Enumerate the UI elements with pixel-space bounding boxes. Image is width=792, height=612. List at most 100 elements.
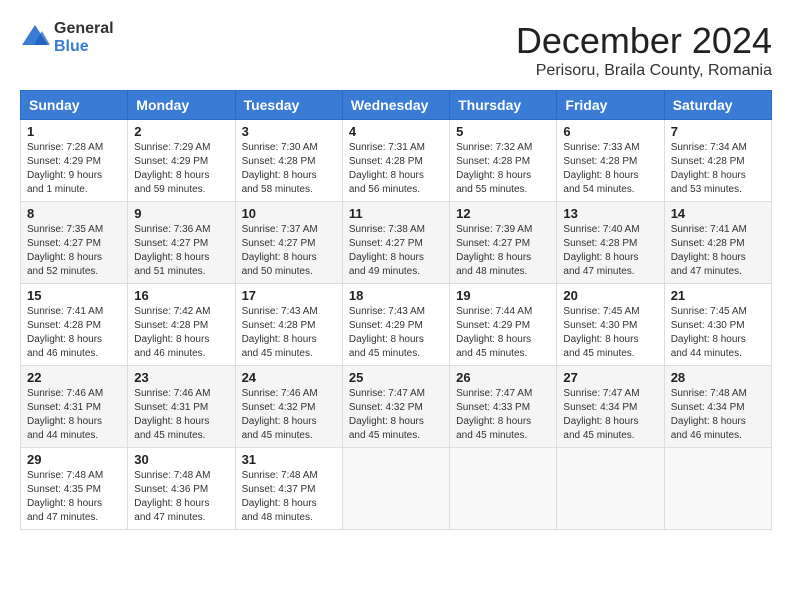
day-number: 28 — [671, 370, 765, 385]
calendar-cell: 29 Sunrise: 7:48 AMSunset: 4:35 PMDayligh… — [21, 448, 128, 530]
day-info: Sunrise: 7:47 AMSunset: 4:32 PMDaylight:… — [349, 387, 443, 443]
day-number: 4 — [349, 124, 443, 139]
calendar-cell: 23 Sunrise: 7:46 AMSunset: 4:31 PMDayligh… — [128, 366, 235, 448]
day-info: Sunrise: 7:34 AMSunset: 4:28 PMDaylight:… — [671, 141, 765, 197]
calendar-cell: 12Sunrise: 7:39 AMSunset: 4:27 PMDayligh… — [450, 202, 557, 284]
calendar-cell: 1 Sunrise: 7:28 AMSunset: 4:29 PMDaylight… — [21, 120, 128, 202]
week-row-3: 15 Sunrise: 7:41 AMSunset: 4:28 PMDayligh… — [21, 284, 772, 366]
day-number: 25 — [349, 370, 443, 385]
week-row-2: 8Sunrise: 7:35 AMSunset: 4:27 PMDaylight… — [21, 202, 772, 284]
day-info: Sunrise: 7:41 AMSunset: 4:28 PMDaylight:… — [671, 223, 765, 279]
day-number: 13 — [563, 206, 657, 221]
day-info: Sunrise: 7:46 AMSunset: 4:31 PMDaylight:… — [27, 387, 121, 443]
day-number: 6 — [563, 124, 657, 139]
day-info: Sunrise: 7:29 AMSunset: 4:29 PMDaylight:… — [134, 141, 228, 197]
day-info: Sunrise: 7:28 AMSunset: 4:29 PMDaylight:… — [27, 141, 121, 197]
day-info: Sunrise: 7:30 AMSunset: 4:28 PMDaylight:… — [242, 141, 336, 197]
calendar-cell — [450, 448, 557, 530]
day-number: 24 — [242, 370, 336, 385]
calendar-cell — [664, 448, 771, 530]
day-header-friday: Friday — [557, 91, 664, 120]
calendar-cell: 18Sunrise: 7:43 AMSunset: 4:29 PMDayligh… — [342, 284, 449, 366]
header: General Blue December 2024 Perisoru, Bra… — [20, 20, 772, 80]
calendar-cell: 6 Sunrise: 7:33 AMSunset: 4:28 PMDaylight… — [557, 120, 664, 202]
day-info: Sunrise: 7:48 AMSunset: 4:35 PMDaylight:… — [27, 469, 121, 525]
calendar-header-row: SundayMondayTuesdayWednesdayThursdayFrid… — [21, 91, 772, 120]
calendar-cell: 21Sunrise: 7:45 AMSunset: 4:30 PMDayligh… — [664, 284, 771, 366]
day-number: 18 — [349, 288, 443, 303]
day-info: Sunrise: 7:42 AMSunset: 4:28 PMDaylight:… — [134, 305, 228, 361]
calendar-cell: 5Sunrise: 7:32 AMSunset: 4:28 PMDaylight… — [450, 120, 557, 202]
day-number: 15 — [27, 288, 121, 303]
day-number: 1 — [27, 124, 121, 139]
day-info: Sunrise: 7:48 AMSunset: 4:34 PMDaylight:… — [671, 387, 765, 443]
day-info: Sunrise: 7:36 AMSunset: 4:27 PMDaylight:… — [134, 223, 228, 279]
day-info: Sunrise: 7:46 AMSunset: 4:32 PMDaylight:… — [242, 387, 336, 443]
calendar-cell: 31Sunrise: 7:48 AMSunset: 4:37 PMDayligh… — [235, 448, 342, 530]
calendar-cell: 15 Sunrise: 7:41 AMSunset: 4:28 PMDayligh… — [21, 284, 128, 366]
day-number: 17 — [242, 288, 336, 303]
day-info: Sunrise: 7:44 AMSunset: 4:29 PMDaylight:… — [456, 305, 550, 361]
day-info: Sunrise: 7:48 AMSunset: 4:36 PMDaylight:… — [134, 469, 228, 525]
day-header-wednesday: Wednesday — [342, 91, 449, 120]
day-number: 23 — [134, 370, 228, 385]
day-info: Sunrise: 7:37 AMSunset: 4:27 PMDaylight:… — [242, 223, 336, 279]
calendar-cell: 26Sunrise: 7:47 AMSunset: 4:33 PMDayligh… — [450, 366, 557, 448]
calendar-cell — [557, 448, 664, 530]
day-number: 27 — [563, 370, 657, 385]
day-header-monday: Monday — [128, 91, 235, 120]
day-header-tuesday: Tuesday — [235, 91, 342, 120]
day-info: Sunrise: 7:31 AMSunset: 4:28 PMDaylight:… — [349, 141, 443, 197]
day-number: 7 — [671, 124, 765, 139]
calendar-cell: 22 Sunrise: 7:46 AMSunset: 4:31 PMDayligh… — [21, 366, 128, 448]
calendar-cell: 25 Sunrise: 7:47 AMSunset: 4:32 PMDayligh… — [342, 366, 449, 448]
day-number: 3 — [242, 124, 336, 139]
week-row-5: 29 Sunrise: 7:48 AMSunset: 4:35 PMDayligh… — [21, 448, 772, 530]
day-number: 12 — [456, 206, 550, 221]
day-number: 11 — [349, 206, 443, 221]
calendar-cell: 27 Sunrise: 7:47 AMSunset: 4:34 PMDayligh… — [557, 366, 664, 448]
week-row-4: 22 Sunrise: 7:46 AMSunset: 4:31 PMDayligh… — [21, 366, 772, 448]
day-info: Sunrise: 7:41 AMSunset: 4:28 PMDaylight:… — [27, 305, 121, 361]
day-number: 8 — [27, 206, 121, 221]
day-info: Sunrise: 7:33 AMSunset: 4:28 PMDaylight:… — [563, 141, 657, 197]
logo: General Blue — [20, 20, 114, 55]
month-title: December 2024 — [516, 20, 772, 62]
logo-general-text: General — [54, 20, 114, 38]
day-number: 21 — [671, 288, 765, 303]
day-info: Sunrise: 7:45 AMSunset: 4:30 PMDaylight:… — [563, 305, 657, 361]
title-area: December 2024 Perisoru, Braila County, R… — [516, 20, 772, 80]
day-number: 14 — [671, 206, 765, 221]
calendar-cell: 19Sunrise: 7:44 AMSunset: 4:29 PMDayligh… — [450, 284, 557, 366]
logo-text: General Blue — [54, 20, 114, 55]
day-number: 9 — [134, 206, 228, 221]
day-number: 31 — [242, 452, 336, 467]
day-info: Sunrise: 7:47 AMSunset: 4:34 PMDaylight:… — [563, 387, 657, 443]
day-number: 26 — [456, 370, 550, 385]
calendar-cell: 28 Sunrise: 7:48 AMSunset: 4:34 PMDayligh… — [664, 366, 771, 448]
day-number: 29 — [27, 452, 121, 467]
calendar-cell: 30 Sunrise: 7:48 AMSunset: 4:36 PMDayligh… — [128, 448, 235, 530]
calendar: SundayMondayTuesdayWednesdayThursdayFrid… — [20, 90, 772, 530]
week-row-1: 1 Sunrise: 7:28 AMSunset: 4:29 PMDaylight… — [21, 120, 772, 202]
calendar-cell: 8Sunrise: 7:35 AMSunset: 4:27 PMDaylight… — [21, 202, 128, 284]
day-number: 16 — [134, 288, 228, 303]
calendar-cell: 11 Sunrise: 7:38 AMSunset: 4:27 PMDayligh… — [342, 202, 449, 284]
day-info: Sunrise: 7:38 AMSunset: 4:27 PMDaylight:… — [349, 223, 443, 279]
calendar-cell: 2 Sunrise: 7:29 AMSunset: 4:29 PMDaylight… — [128, 120, 235, 202]
calendar-cell: 14 Sunrise: 7:41 AMSunset: 4:28 PMDayligh… — [664, 202, 771, 284]
day-info: Sunrise: 7:32 AMSunset: 4:28 PMDaylight:… — [456, 141, 550, 197]
calendar-cell: 9 Sunrise: 7:36 AMSunset: 4:27 PMDaylight… — [128, 202, 235, 284]
day-header-sunday: Sunday — [21, 91, 128, 120]
calendar-cell: 16 Sunrise: 7:42 AMSunset: 4:28 PMDayligh… — [128, 284, 235, 366]
day-number: 22 — [27, 370, 121, 385]
calendar-cell: 20Sunrise: 7:45 AMSunset: 4:30 PMDayligh… — [557, 284, 664, 366]
calendar-cell: 24 Sunrise: 7:46 AMSunset: 4:32 PMDayligh… — [235, 366, 342, 448]
day-number: 2 — [134, 124, 228, 139]
calendar-cell: 3 Sunrise: 7:30 AMSunset: 4:28 PMDaylight… — [235, 120, 342, 202]
day-info: Sunrise: 7:46 AMSunset: 4:31 PMDaylight:… — [134, 387, 228, 443]
day-header-thursday: Thursday — [450, 91, 557, 120]
day-number: 30 — [134, 452, 228, 467]
day-header-saturday: Saturday — [664, 91, 771, 120]
day-info: Sunrise: 7:43 AMSunset: 4:28 PMDaylight:… — [242, 305, 336, 361]
